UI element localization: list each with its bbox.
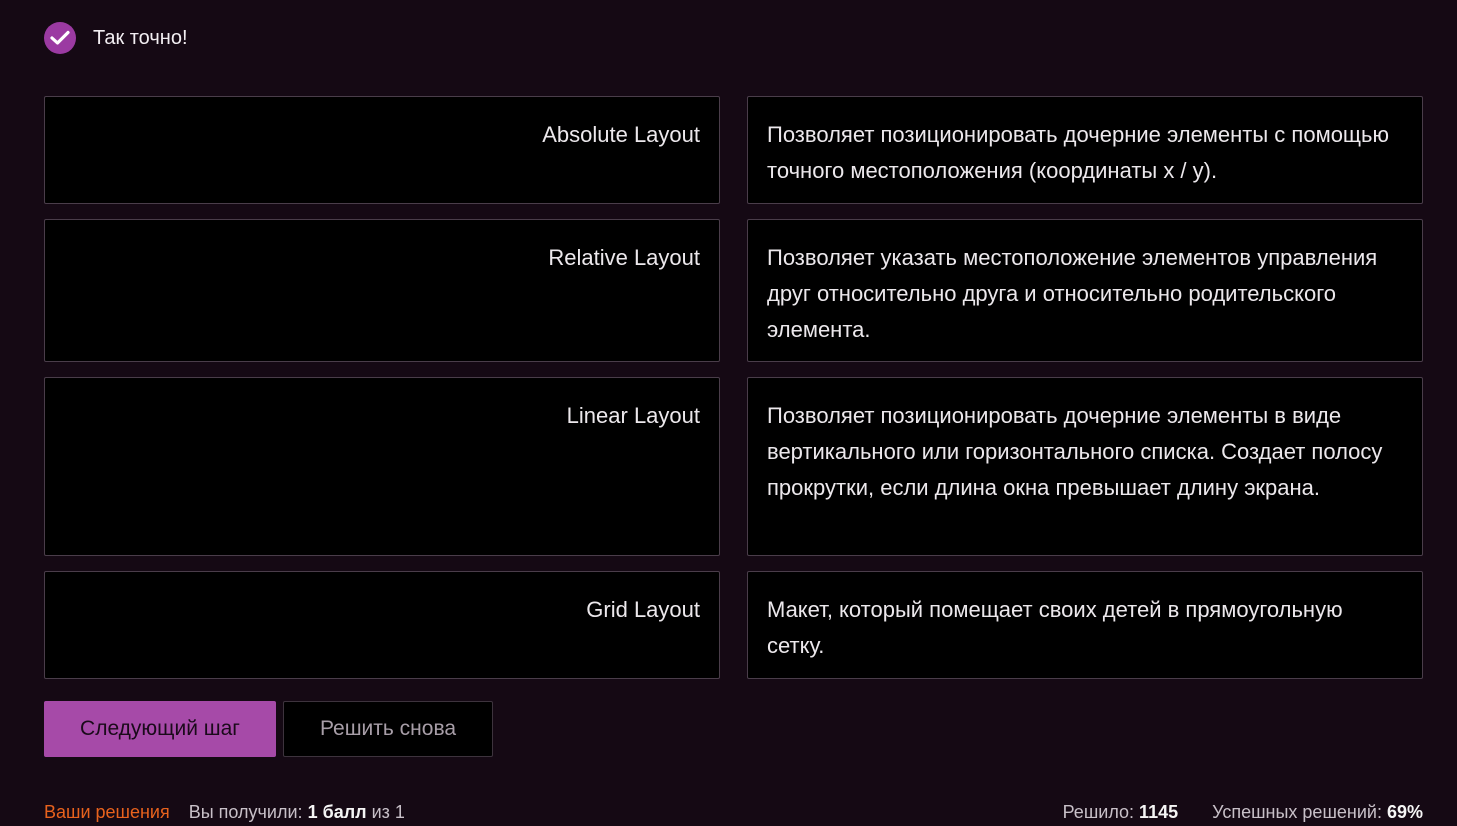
status-message: Так точно! <box>44 22 188 54</box>
success-label: Успешных решений: <box>1212 801 1382 822</box>
solved-count: Решило: 1145 <box>1063 802 1179 823</box>
term-cell[interactable]: Absolute Layout <box>44 96 720 204</box>
term-cell[interactable]: Grid Layout <box>44 571 720 679</box>
success-rate: Успешных решений: 69% <box>1212 802 1423 823</box>
description-cell: Макет, который помещает своих детей в пр… <box>747 571 1423 679</box>
description-cell: Позволяет указать местоположение элемент… <box>747 219 1423 362</box>
score-text: Вы получили: 1 балл из 1 <box>189 802 405 823</box>
status-text: Так точно! <box>93 26 188 49</box>
retry-button[interactable]: Решить снова <box>283 701 493 757</box>
score-prefix: Вы получили: <box>188 801 303 822</box>
solved-value: 1145 <box>1139 801 1179 822</box>
stats: Решило: 1145 Успешных решений: 69% <box>1063 802 1423 823</box>
next-step-button[interactable]: Следующий шаг <box>44 701 276 757</box>
check-circle-icon <box>44 22 76 54</box>
footer: Ваши решения Вы получили: 1 балл из 1 Ре… <box>44 799 1423 825</box>
term-cell[interactable]: Linear Layout <box>44 377 720 556</box>
score-value: 1 балл <box>307 801 367 822</box>
description-cell: Позволяет позиционировать дочерние элеме… <box>747 377 1423 556</box>
term-cell[interactable]: Relative Layout <box>44 219 720 362</box>
solved-label: Решило: <box>1062 801 1135 822</box>
success-value: 69% <box>1386 801 1423 822</box>
score-suffix: из 1 <box>371 801 405 822</box>
description-cell: Позволяет позиционировать дочерние элеме… <box>747 96 1423 204</box>
your-solutions-link[interactable]: Ваши решения <box>44 802 170 823</box>
matching-grid: Absolute Layout Позволяет позиционироват… <box>44 96 1423 679</box>
